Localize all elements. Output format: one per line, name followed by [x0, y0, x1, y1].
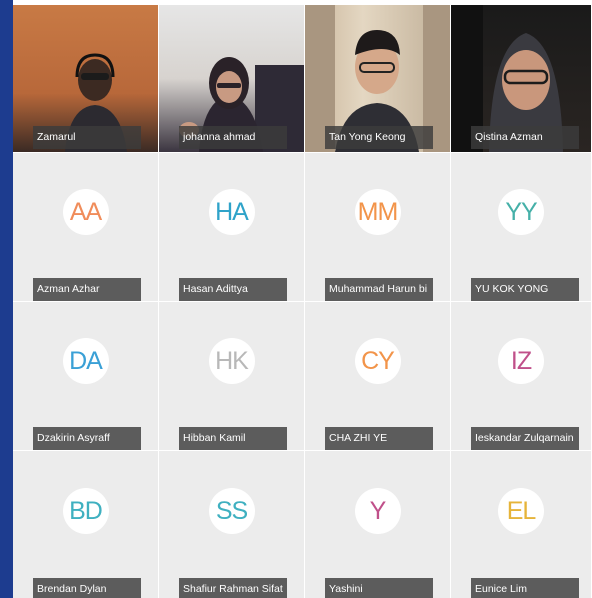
participant-tile[interactable]: DA Dzakirin Asyraff: [13, 302, 158, 450]
participant-name-label: Azman Azhar: [33, 278, 141, 301]
avatar: YY: [498, 189, 544, 236]
participant-tile[interactable]: AA Azman Azhar: [13, 153, 158, 301]
participant-tile[interactable]: Y Yashini: [305, 451, 450, 598]
participant-tile[interactable]: MM Muhammad Harun bi: [305, 153, 450, 301]
avatar: IZ: [498, 338, 544, 385]
participant-tile[interactable]: Tan Yong Keong: [305, 5, 450, 152]
participant-name-label: johanna ahmad: [179, 126, 287, 149]
avatar: DA: [62, 338, 109, 385]
avatar: HA: [208, 189, 255, 236]
avatar: HK: [208, 338, 255, 385]
participant-name-label: Hasan Adittya: [179, 278, 287, 301]
participant-tile[interactable]: HA Hasan Adittya: [159, 153, 304, 301]
participant-tile[interactable]: Zamarul: [13, 5, 158, 152]
participant-name-label: CHA ZHI YE: [325, 427, 433, 450]
participant-name-label: Brendan Dylan: [33, 578, 141, 598]
video-call-gallery: Zamarul johanna ahmad Tan Yong Keong Qis…: [0, 0, 592, 598]
participant-name-label: Muhammad Harun bi: [325, 278, 433, 301]
avatar: CY: [354, 338, 401, 385]
avatar: BD: [62, 488, 109, 534]
participant-name-label: Zamarul: [33, 126, 141, 149]
avatar: MM: [354, 189, 401, 236]
participant-tile[interactable]: johanna ahmad: [159, 5, 304, 152]
avatar: EL: [498, 488, 544, 534]
participant-name-label: Ieskandar Zulqarnain: [471, 427, 579, 450]
avatar: SS: [208, 488, 255, 534]
participant-name-label: Shafiur Rahman Sifat: [179, 578, 287, 598]
participant-name-label: Yashini: [325, 578, 433, 598]
participant-grid: Zamarul johanna ahmad Tan Yong Keong Qis…: [13, 5, 591, 598]
participant-name-label: Hibban Kamil: [179, 427, 287, 450]
participant-tile[interactable]: EL Eunice Lim: [451, 451, 591, 598]
participant-tile[interactable]: CY CHA ZHI YE: [305, 302, 450, 450]
participant-tile[interactable]: BD Brendan Dylan: [13, 451, 158, 598]
participant-name-label: Qistina Azman: [471, 126, 579, 149]
participant-name-label: Eunice Lim: [471, 578, 579, 598]
participant-name-label: Dzakirin Asyraff: [33, 427, 141, 450]
participant-tile[interactable]: YY YU KOK YONG: [451, 153, 591, 301]
participant-name-label: YU KOK YONG: [471, 278, 579, 301]
participant-tile[interactable]: HK Hibban Kamil: [159, 302, 304, 450]
avatar: Y: [354, 488, 401, 534]
participant-tile[interactable]: IZ Ieskandar Zulqarnain: [451, 302, 591, 450]
participant-name-label: Tan Yong Keong: [325, 126, 433, 149]
participant-tile[interactable]: SS Shafiur Rahman Sifat: [159, 451, 304, 598]
avatar: AA: [62, 189, 109, 236]
left-edge-strip: [0, 0, 13, 598]
participant-tile[interactable]: Qistina Azman: [451, 5, 591, 152]
